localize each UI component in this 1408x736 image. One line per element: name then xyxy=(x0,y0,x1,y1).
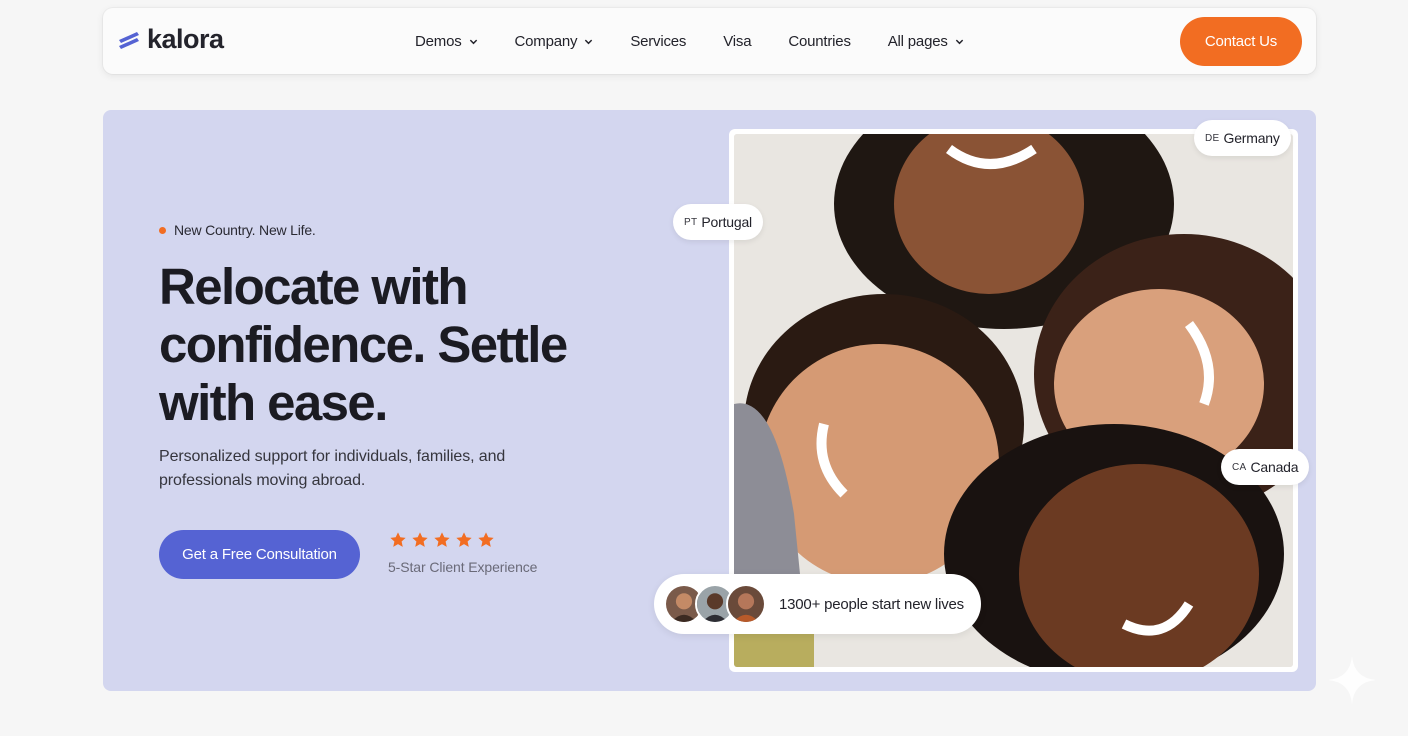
avatar-stack xyxy=(664,584,766,624)
chevron-down-icon xyxy=(469,39,477,44)
star-icon xyxy=(456,532,472,547)
social-proof-text: 1300+ people start new lives xyxy=(779,595,964,613)
top-nav: kalora Demos Company Services Visa Count… xyxy=(103,8,1316,74)
hero-headline: Relocate with confidence. Settle with ea… xyxy=(159,258,568,431)
nav-item-label: Demos xyxy=(415,32,462,50)
star-icon xyxy=(412,532,428,547)
country-code: PT xyxy=(684,216,698,228)
free-consultation-button[interactable]: Get a Free Consultation xyxy=(159,530,360,579)
country-badge-germany: DE Germany xyxy=(1194,120,1291,156)
nav-item-label: Countries xyxy=(788,32,851,50)
country-name: Germany xyxy=(1223,130,1280,146)
brand-name: kalora xyxy=(147,24,224,54)
sparkle-icon xyxy=(1328,656,1376,704)
tagline-text: New Country. New Life. xyxy=(174,222,316,238)
hero-tagline: New Country. New Life. xyxy=(159,222,316,238)
nav-item-label: Company xyxy=(514,32,578,50)
logo-mark-icon xyxy=(119,31,139,49)
chevron-down-icon xyxy=(955,39,963,44)
contact-us-button[interactable]: Contact Us xyxy=(1180,17,1302,66)
country-badge-portugal: PT Portugal xyxy=(673,204,763,240)
nav-item-label: Visa xyxy=(723,32,752,50)
star-icon xyxy=(390,532,406,547)
star-icon xyxy=(434,532,450,547)
nav-item-demos[interactable]: Demos xyxy=(415,33,478,50)
rating-label: 5-Star Client Experience xyxy=(388,559,538,575)
country-name: Canada xyxy=(1250,459,1299,475)
star-rating xyxy=(389,531,495,549)
star-icon xyxy=(478,532,494,547)
nav-item-countries[interactable]: Countries xyxy=(788,32,851,50)
nav-links: Demos Company Services Visa Countries Al… xyxy=(415,8,1001,74)
country-badge-canada: CA Canada xyxy=(1221,449,1310,485)
avatar xyxy=(726,584,766,624)
country-name: Portugal xyxy=(701,214,752,230)
nav-item-all-pages[interactable]: All pages xyxy=(888,33,964,50)
nav-item-label: Services xyxy=(630,32,687,50)
nav-item-label: All pages xyxy=(887,32,948,50)
country-code: CA xyxy=(1232,461,1247,473)
country-code: DE xyxy=(1205,132,1220,144)
tagline-dot xyxy=(159,226,166,234)
hero-section: New Country. New Life. Relocate with con… xyxy=(103,110,1316,691)
social-proof-badge: 1300+ people start new lives xyxy=(654,574,981,634)
hero-subtext: Personalized support for individuals, fa… xyxy=(159,448,506,489)
nav-item-visa[interactable]: Visa xyxy=(723,33,751,50)
nav-item-services[interactable]: Services xyxy=(630,33,686,50)
logo[interactable]: kalora xyxy=(117,24,224,55)
nav-item-company[interactable]: Company xyxy=(515,33,594,50)
chevron-down-icon xyxy=(585,39,593,44)
